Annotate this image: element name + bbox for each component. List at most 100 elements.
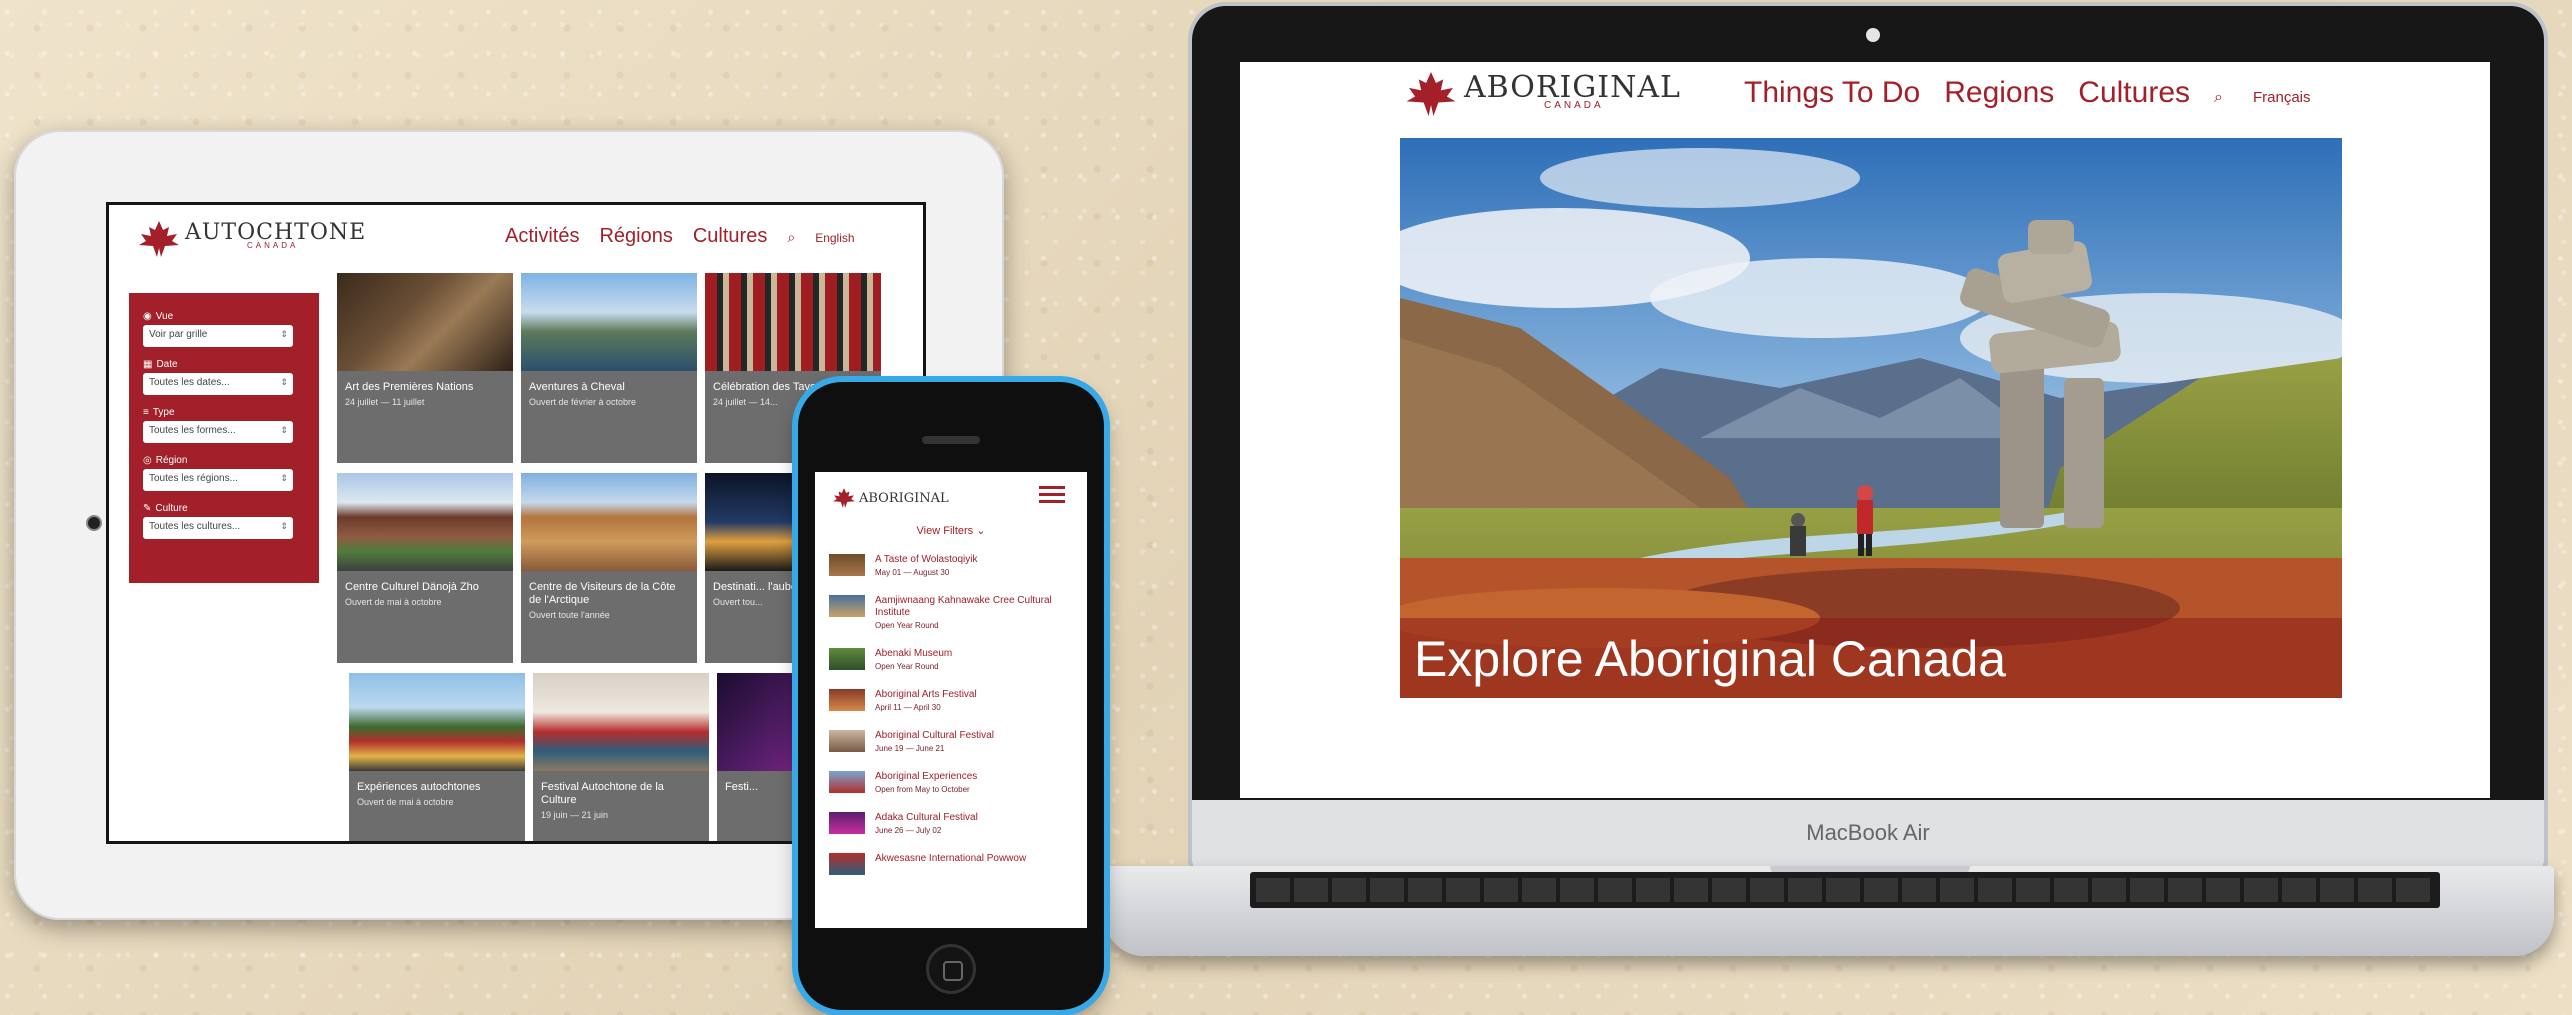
phone-logo-text: ABORIGINAL: [859, 490, 949, 506]
laptop-logo[interactable]: ABORIGINAL CANADA: [1406, 72, 1681, 116]
nav-activites[interactable]: Activités: [505, 225, 579, 248]
tablet-nav: Activités Régions Cultures ⌕ English: [505, 225, 855, 248]
tile-image: [337, 473, 513, 571]
nav-things-to-do[interactable]: Things To Do: [1744, 76, 1920, 110]
list-title: Aboriginal Arts Festival: [875, 689, 977, 700]
filter-date-select[interactable]: Toutes les dates...: [143, 373, 293, 395]
tablet-camera: [86, 515, 102, 531]
list-title: Abenaki Museum: [875, 648, 953, 659]
maple-leaf-icon: [1406, 72, 1456, 116]
list-date: June 26 — July 02: [875, 826, 942, 835]
laptop-screen: ABORIGINAL CANADA Things To Do Regions C…: [1240, 62, 2490, 798]
search-icon[interactable]: ⌕: [2214, 89, 2223, 107]
list-item[interactable]: Aboriginal Experiences Open from May to O…: [829, 771, 1079, 794]
filter-culture-select[interactable]: Toutes les cultures...: [143, 517, 293, 539]
laptop-nav: Things To Do Regions Cultures ⌕ Français: [1744, 76, 2311, 110]
filter-vue-label: ◉ Vue: [143, 311, 174, 322]
maple-leaf-icon: [139, 221, 179, 257]
list-item[interactable]: Adaka Cultural Festival June 26 — July 02: [829, 812, 1079, 835]
list-thumb: [829, 853, 865, 875]
search-icon[interactable]: ⌕: [787, 229, 795, 246]
list-thumb: [829, 730, 865, 752]
phone-screen: ABORIGINAL View Filters ⌄ A Taste of Wol…: [815, 472, 1087, 928]
inukshuk-landscape-image: [1400, 138, 2342, 698]
phone-device: ABORIGINAL View Filters ⌄ A Taste of Wol…: [798, 382, 1104, 1010]
list-item[interactable]: A Taste of Wolastoqiyik May 01 — August 3…: [829, 554, 1079, 577]
eye-icon: ◉: [143, 311, 152, 322]
language-link[interactable]: Français: [2253, 89, 2311, 106]
activity-tile[interactable]: Expériences autochtones Ouvert de mai à …: [349, 673, 525, 841]
filter-culture-label: ✎ Culture: [143, 503, 188, 514]
list-title: Akwesasne International Powwow: [875, 853, 1027, 864]
tile-date: Ouvert de mai à octobre: [357, 797, 454, 807]
home-button[interactable]: [926, 944, 976, 994]
tile-title: Aventures à Cheval: [529, 381, 625, 393]
tablet-header: AUTOCHTONE CANADA Activités Régions Cult…: [109, 205, 923, 283]
list-thumb: [829, 595, 865, 617]
hero-title: Explore Aboriginal Canada: [1414, 631, 2007, 687]
nav-regions[interactable]: Regions: [1944, 76, 2054, 110]
list-title: Adaka Cultural Festival: [875, 812, 978, 823]
laptop-brand-label: MacBook Air: [1806, 820, 1930, 845]
list-thumb: [829, 648, 865, 670]
filter-type-label: ≡ Type: [143, 407, 175, 418]
filter-panel: ◉Vue Voir par grille ▦Date Toutes les da…: [129, 293, 319, 583]
tile-image: [337, 273, 513, 371]
activity-tile[interactable]: Centre de Visiteurs de la Côte de l'Arct…: [521, 473, 697, 663]
tile-date: Ouvert toute l'année: [529, 610, 610, 620]
hero-image[interactable]: Explore Aboriginal Canada: [1400, 138, 2342, 698]
phone-logo[interactable]: ABORIGINAL: [833, 488, 949, 508]
language-link[interactable]: English: [815, 231, 854, 245]
list-thumb: [829, 554, 865, 576]
list-item[interactable]: Aboriginal Arts Festival April 11 — April…: [829, 689, 1079, 712]
filter-type-select[interactable]: Toutes les formes...: [143, 421, 293, 443]
chevron-down-icon: ⌄: [976, 525, 986, 537]
list-item[interactable]: Abenaki Museum Open Year Round: [829, 648, 1079, 671]
tile-title: Centre Culturel Dänojà Zho: [345, 581, 479, 593]
phone-activity-list: A Taste of Wolastoqiyik May 01 — August 3…: [829, 554, 1079, 893]
list-date: June 19 — June 21: [875, 744, 945, 753]
list-icon: ≡: [143, 407, 149, 418]
list-date: Open from May to October: [875, 785, 970, 794]
list-title: Aboriginal Cultural Festival: [875, 730, 994, 741]
activity-tile[interactable]: Festival Autochtone de la Culture 19 jui…: [533, 673, 709, 841]
tile-date: Ouvert de mai à octobre: [345, 597, 442, 607]
tablet-logo[interactable]: AUTOCHTONE CANADA: [139, 221, 366, 257]
list-item[interactable]: Aamjiwnaang Kahnawake Cree Cultural Inst…: [829, 595, 1079, 630]
list-thumb: [829, 771, 865, 793]
laptop-camera: [1866, 28, 1880, 42]
maple-leaf-icon: [833, 488, 855, 508]
filter-region-label: ◎ Région: [143, 455, 188, 466]
list-date: Open Year Round: [875, 662, 939, 671]
nav-cultures[interactable]: Cultures: [2078, 76, 2190, 110]
calendar-icon: ▦: [143, 359, 153, 370]
filter-vue-select[interactable]: Voir par grille: [143, 325, 293, 347]
activity-tile[interactable]: Centre Culturel Dänojà Zho Ouvert de mai…: [337, 473, 513, 663]
activity-tile[interactable]: Art des Premières Nations 24 juillet — 1…: [337, 273, 513, 463]
pin-icon: ◎: [143, 455, 152, 466]
filter-date-label: ▦ Date: [143, 359, 178, 370]
list-date: April 11 — April 30: [875, 703, 941, 712]
list-item[interactable]: Akwesasne International Powwow: [829, 853, 1079, 875]
nav-regions[interactable]: Régions: [599, 225, 672, 248]
phone-speaker: [922, 436, 980, 444]
list-thumb: [829, 689, 865, 711]
view-filters-button[interactable]: View Filters ⌄: [815, 524, 1087, 537]
list-date: Open Year Round: [875, 621, 939, 630]
tile-image: [705, 273, 881, 371]
list-title: Aboriginal Experiences: [875, 771, 978, 782]
filter-region-select[interactable]: Toutes les régions...: [143, 469, 293, 491]
tile-date: Ouvert de février à octobre: [529, 397, 637, 407]
laptop-keyboard: [1250, 872, 2440, 908]
tile-image: [349, 673, 525, 771]
list-title: Aamjiwnaang Kahnawake Cree Cultural Inst…: [875, 595, 1052, 618]
list-item[interactable]: Aboriginal Cultural Festival June 19 — Ju…: [829, 730, 1079, 753]
tile-title: Festival Autochtone de la Culture: [541, 781, 664, 806]
activity-tile[interactable]: Aventures à Cheval Ouvert de février à o…: [521, 273, 697, 463]
tile-date: 24 juillet — 11 juillet: [345, 397, 425, 407]
tile-image: [521, 273, 697, 371]
hamburger-menu-icon[interactable]: [1039, 486, 1065, 507]
list-title: A Taste of Wolastoqiyik: [875, 554, 978, 565]
nav-cultures[interactable]: Cultures: [693, 225, 767, 248]
tile-title: Art des Premières Nations: [345, 381, 474, 393]
